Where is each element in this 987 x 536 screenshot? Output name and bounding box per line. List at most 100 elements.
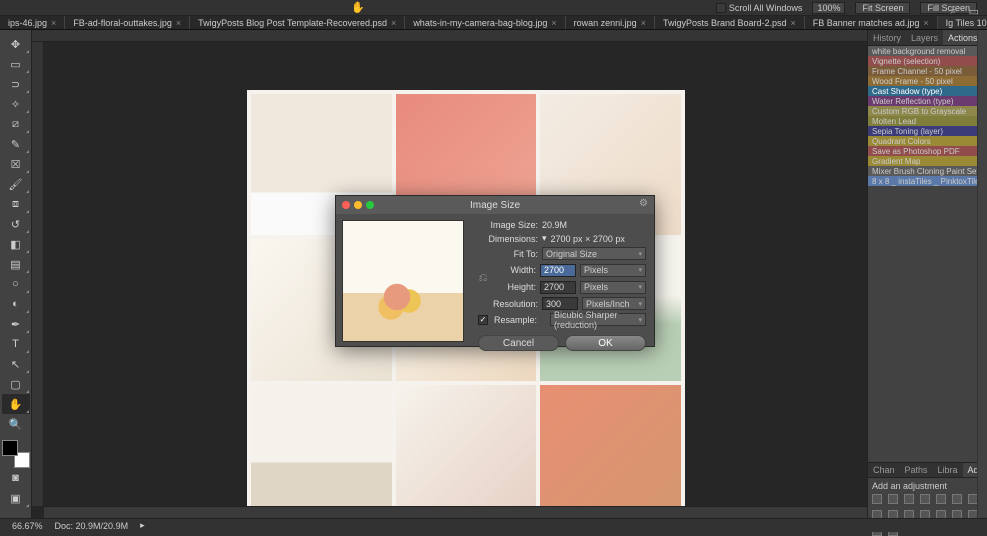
action-row[interactable]: 8 x 8 _ instaTiles _ PinktoxTile <box>868 176 987 186</box>
stamp-tool[interactable]: ⧈ <box>2 194 30 214</box>
action-row[interactable]: Wood Frame - 50 pixel <box>868 76 987 86</box>
adj-levels-icon[interactable] <box>888 494 898 504</box>
healing-tool[interactable]: ☒ <box>2 154 30 174</box>
minimize-icon[interactable] <box>354 201 362 209</box>
ruler-horizontal[interactable] <box>32 30 867 42</box>
height-unit-select[interactable]: Pixels▾ <box>580 281 646 294</box>
action-row[interactable]: Gradient Map <box>868 156 987 166</box>
close-tab-icon[interactable]: × <box>391 18 396 28</box>
document-tab[interactable]: TwigyPosts Blog Post Template-Recovered.… <box>190 16 405 30</box>
marquee-tool[interactable]: ▭ <box>2 54 30 74</box>
adj-curves-icon[interactable] <box>904 494 914 504</box>
adj-hue-icon[interactable] <box>952 494 962 504</box>
action-row[interactable]: white background removal <box>868 46 987 56</box>
height-input[interactable] <box>540 281 576 294</box>
action-row[interactable]: Quadrant Colors <box>868 136 987 146</box>
foreground-swatch[interactable] <box>2 440 18 456</box>
zoom-field[interactable]: 100% <box>812 2 845 14</box>
cancel-button[interactable]: Cancel <box>478 335 559 351</box>
hand-tool[interactable]: ✋ <box>2 394 30 414</box>
arrange-icon[interactable]: ▭ <box>969 5 979 18</box>
dimensions-dropdown[interactable]: ▾ <box>542 233 547 244</box>
search-icon[interactable]: ⌕ <box>950 5 956 18</box>
eyedropper-tool[interactable]: ✎ <box>2 134 30 154</box>
panel-dock-strip[interactable] <box>977 30 987 518</box>
ok-button[interactable]: OK <box>565 335 646 351</box>
panel-tab[interactable]: Layers <box>906 30 943 45</box>
action-row[interactable]: Custom RGB to Grayscale <box>868 106 987 116</box>
close-tab-icon[interactable]: × <box>551 18 556 28</box>
action-row[interactable]: Mixer Brush Cloning Paint Setup <box>868 166 987 176</box>
close-icon[interactable] <box>342 201 350 209</box>
action-row[interactable]: Vignette (selection) <box>868 56 987 66</box>
adj-exposure-icon[interactable] <box>920 494 930 504</box>
action-row[interactable]: Water Reflection (type) <box>868 96 987 106</box>
move-tool[interactable]: ✥ <box>2 34 30 54</box>
panel-tab[interactable]: Libra <box>933 463 963 477</box>
fit-screen-button[interactable]: Fit Screen <box>855 2 910 14</box>
status-doc[interactable]: Doc: 20.9M/20.9M <box>55 521 129 531</box>
blur-tool[interactable]: ○ <box>2 274 30 294</box>
screenmode-toggle[interactable]: ▣ <box>2 488 30 508</box>
shape-tool[interactable]: ▢ <box>2 374 30 394</box>
crop-tool[interactable]: ⧄ <box>2 114 30 134</box>
fit-to-select[interactable]: Original Size▾ <box>542 247 646 260</box>
resolution-unit-select[interactable]: Pixels/Inch▾ <box>582 297 646 310</box>
document-tab[interactable]: FB-ad-floral-outtakes.jpg× <box>65 16 190 30</box>
color-swatches[interactable] <box>2 440 30 468</box>
path-tool[interactable]: ↖ <box>2 354 30 374</box>
gear-icon[interactable]: ⚙ <box>639 198 648 209</box>
panel-tab[interactable]: History <box>868 30 906 45</box>
close-tab-icon[interactable]: × <box>791 18 796 28</box>
document-tab[interactable]: FB Banner matches ad.jpg× <box>805 16 938 30</box>
width-input[interactable] <box>540 264 576 277</box>
lasso-tool[interactable]: ⊃ <box>2 74 30 94</box>
panel-tab[interactable]: Paths <box>900 463 933 477</box>
maximize-icon[interactable] <box>366 201 374 209</box>
resample-select[interactable]: Bicubic Sharper (reduction)▾ <box>550 313 646 326</box>
adjustments-label: Add an adjustment <box>872 481 983 491</box>
panel-tab[interactable]: Chan <box>868 463 900 477</box>
document-tab[interactable]: ips-46.jpg× <box>0 16 65 30</box>
resample-checkbox[interactable]: ✓ <box>478 315 488 325</box>
close-tab-icon[interactable]: × <box>51 18 56 28</box>
resolution-input[interactable] <box>542 297 578 310</box>
link-dimensions-icon[interactable]: ⎌ <box>478 267 488 291</box>
close-tab-icon[interactable]: × <box>923 18 928 28</box>
pen-tool[interactable]: ✒ <box>2 314 30 334</box>
dialog-titlebar[interactable]: Image Size <box>336 196 654 214</box>
image-preview[interactable] <box>342 220 464 342</box>
scrollbar-horizontal[interactable] <box>44 506 867 518</box>
hand-tool-icon[interactable]: ✋ <box>350 2 366 14</box>
dodge-tool[interactable]: ◐ <box>2 294 30 314</box>
scroll-all-label: Scroll All Windows <box>729 3 803 13</box>
width-unit-select[interactable]: Pixels▾ <box>580 264 646 277</box>
document-tab[interactable]: Ig Tiles 10.jpg @ 66.7% (RGB/8)× <box>938 16 987 30</box>
actions-panel: white background removalVignette (select… <box>868 46 987 208</box>
close-tab-icon[interactable]: × <box>176 18 181 28</box>
action-row[interactable]: Cast Shadow (type) <box>868 86 987 96</box>
close-tab-icon[interactable]: × <box>641 18 646 28</box>
adj-brightness-icon[interactable] <box>872 494 882 504</box>
action-row[interactable]: Molten Lead <box>868 116 987 126</box>
document-tab[interactable]: rowan zenni.jpg× <box>566 16 655 30</box>
action-row[interactable]: Frame Channel - 50 pixel <box>868 66 987 76</box>
status-caret-icon[interactable]: ▸ <box>140 520 145 531</box>
ruler-vertical[interactable] <box>32 42 44 506</box>
zoom-tool[interactable]: 🔍 <box>2 414 30 434</box>
history-brush-tool[interactable]: ↺ <box>2 214 30 234</box>
status-bar: 66.67% Doc: 20.9M/20.9M ▸ <box>0 518 987 532</box>
brush-tool[interactable]: 🖌 <box>2 174 30 194</box>
eraser-tool[interactable]: ◧ <box>2 234 30 254</box>
scroll-all-checkbox[interactable]: Scroll All Windows <box>716 3 803 13</box>
document-tab[interactable]: whats-in-my-camera-bag-blog.jpg× <box>405 16 565 30</box>
document-tab[interactable]: TwigyPosts Brand Board-2.psd× <box>655 16 805 30</box>
action-row[interactable]: Sepia Toning (layer) <box>868 126 987 136</box>
gradient-tool[interactable]: ▤ <box>2 254 30 274</box>
type-tool[interactable]: T <box>2 334 30 354</box>
action-row[interactable]: Save as Photoshop PDF <box>868 146 987 156</box>
quickmask-toggle[interactable]: ◙ <box>2 468 30 488</box>
status-zoom[interactable]: 66.67% <box>12 521 43 531</box>
magic-wand-tool[interactable]: ✧ <box>2 94 30 114</box>
adj-vibrance-icon[interactable] <box>936 494 946 504</box>
